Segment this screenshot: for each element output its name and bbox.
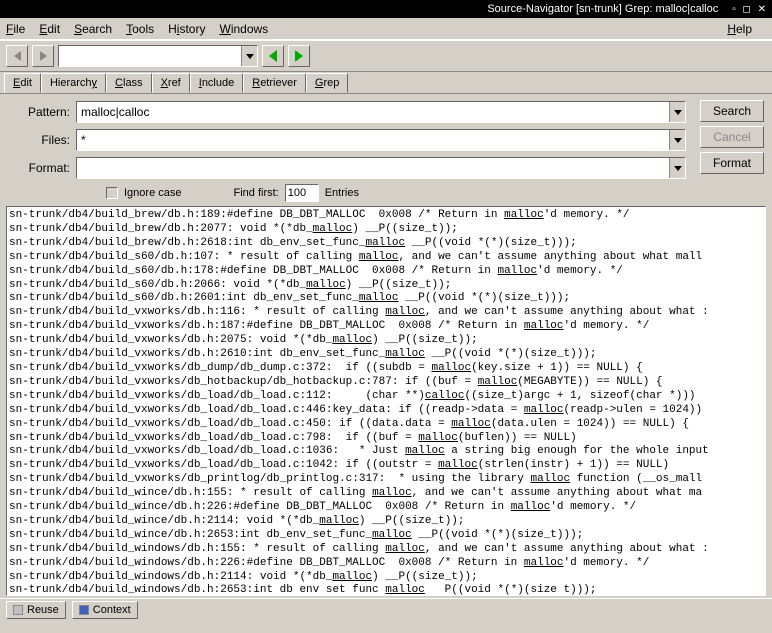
tab-edit[interactable]: Edit [4, 73, 41, 93]
format-label: Format: [10, 161, 70, 175]
history-combo[interactable] [58, 45, 258, 67]
result-line[interactable]: sn-trunk/db4/build_vxworks/db_printlog/d… [9, 473, 763, 487]
result-line[interactable]: sn-trunk/db4/build_windows/db.h:2114: vo… [9, 571, 763, 585]
forward-button[interactable] [32, 45, 54, 67]
menu-search[interactable]: Search [74, 22, 112, 36]
files-combo[interactable] [76, 129, 686, 151]
result-line[interactable]: sn-trunk/db4/build_vxworks/db_load/db_lo… [9, 432, 763, 446]
files-input[interactable] [77, 131, 669, 149]
result-line[interactable]: sn-trunk/db4/build_wince/db.h:155: * res… [9, 487, 763, 501]
pattern-input[interactable] [77, 103, 669, 121]
result-line[interactable]: sn-trunk/db4/build_vxworks/db_dump/db_du… [9, 362, 763, 376]
result-line[interactable]: sn-trunk/db4/build_brew/db.h:2077: void … [9, 223, 763, 237]
files-label: Files: [10, 133, 70, 147]
menubar: File Edit Search Tools History Windows H… [0, 18, 772, 40]
result-line[interactable]: sn-trunk/db4/build_wince/db.h:2114: void… [9, 515, 763, 529]
reuse-toggle[interactable]: Reuse [6, 601, 66, 619]
pattern-label: Pattern: [10, 105, 70, 119]
result-line[interactable]: sn-trunk/db4/build_vxworks/db.h:2075: vo… [9, 334, 763, 348]
window-controls[interactable]: ▫ ◻ ✕ [732, 4, 768, 15]
tab-xref[interactable]: Xref [152, 73, 190, 93]
context-toggle[interactable]: Context [72, 601, 138, 619]
pattern-combo[interactable] [76, 101, 686, 123]
statusbar: Reuse Context [0, 598, 772, 620]
files-dropdown[interactable] [669, 130, 685, 150]
format-combo[interactable] [76, 157, 686, 179]
pattern-dropdown[interactable] [669, 102, 685, 122]
result-line[interactable]: sn-trunk/db4/build_s60/db.h:178:#define … [9, 265, 763, 279]
find-first-label: Find first: [233, 187, 278, 199]
result-line[interactable]: sn-trunk/db4/build_brew/db.h:189:#define… [9, 209, 763, 223]
ignore-case-checkbox[interactable] [106, 187, 118, 199]
menu-file[interactable]: File [6, 22, 25, 36]
result-line[interactable]: sn-trunk/db4/build_vxworks/db_hotbackup/… [9, 376, 763, 390]
toolbar [0, 40, 772, 72]
history-dropdown[interactable] [241, 46, 257, 66]
result-line[interactable]: sn-trunk/db4/build_vxworks/db_load/db_lo… [9, 404, 763, 418]
format-button[interactable]: Format [700, 152, 764, 174]
result-line[interactable]: sn-trunk/db4/build_wince/db.h:226:#defin… [9, 501, 763, 515]
results-pane[interactable]: sn-trunk/db4/build_brew/db.h:189:#define… [6, 206, 766, 596]
find-first-input[interactable] [285, 184, 319, 202]
result-line[interactable]: sn-trunk/db4/build_vxworks/db.h:116: * r… [9, 306, 763, 320]
tab-include[interactable]: Include [190, 73, 243, 93]
result-line[interactable]: sn-trunk/db4/build_s60/db.h:107: * resul… [9, 251, 763, 265]
result-line[interactable]: sn-trunk/db4/build_windows/db.h:155: * r… [9, 543, 763, 557]
result-line[interactable]: sn-trunk/db4/build_vxworks/db_load/db_lo… [9, 390, 763, 404]
back-button[interactable] [6, 45, 28, 67]
result-line[interactable]: sn-trunk/db4/build_wince/db.h:2653:int d… [9, 529, 763, 543]
history-input[interactable] [59, 47, 241, 65]
result-line[interactable]: sn-trunk/db4/build_vxworks/db.h:2610:int… [9, 348, 763, 362]
result-line[interactable]: sn-trunk/db4/build_windows/db.h:2653:int… [9, 584, 763, 596]
format-dropdown[interactable] [669, 158, 685, 178]
tab-hierarchy[interactable]: Hierarchy [41, 73, 106, 93]
tabbar: Edit Hierarchy Class Xref Include Retrie… [0, 72, 772, 94]
entries-label: Entries [325, 187, 359, 199]
search-button[interactable]: Search [700, 100, 764, 122]
titlebar: Source-Navigator [sn-trunk] Grep: malloc… [0, 0, 772, 18]
ignore-case-label: Ignore case [124, 187, 181, 199]
cancel-button: Cancel [700, 126, 764, 148]
next-button[interactable] [288, 45, 310, 67]
result-line[interactable]: sn-trunk/db4/build_vxworks/db_load/db_lo… [9, 445, 763, 459]
format-input[interactable] [77, 159, 669, 177]
window-title: Source-Navigator [sn-trunk] Grep: malloc… [487, 3, 718, 15]
result-line[interactable]: sn-trunk/db4/build_brew/db.h:2618:int db… [9, 237, 763, 251]
prev-button[interactable] [262, 45, 284, 67]
result-line[interactable]: sn-trunk/db4/build_vxworks/db_load/db_lo… [9, 459, 763, 473]
menu-history[interactable]: History [168, 22, 205, 36]
menu-windows[interactable]: Windows [219, 22, 268, 36]
tab-class[interactable]: Class [106, 73, 152, 93]
result-line[interactable]: sn-trunk/db4/build_s60/db.h:2601:int db_… [9, 292, 763, 306]
menu-help[interactable]: Help [727, 22, 752, 36]
tab-grep[interactable]: Grep [306, 73, 348, 93]
menu-edit[interactable]: Edit [39, 22, 60, 36]
result-line[interactable]: sn-trunk/db4/build_windows/db.h:226:#def… [9, 557, 763, 571]
menu-tools[interactable]: Tools [126, 22, 154, 36]
result-line[interactable]: sn-trunk/db4/build_vxworks/db.h:187:#def… [9, 320, 763, 334]
result-line[interactable]: sn-trunk/db4/build_vxworks/db_load/db_lo… [9, 418, 763, 432]
result-line[interactable]: sn-trunk/db4/build_s60/db.h:2066: void *… [9, 279, 763, 293]
tab-retriever[interactable]: Retriever [243, 73, 306, 93]
